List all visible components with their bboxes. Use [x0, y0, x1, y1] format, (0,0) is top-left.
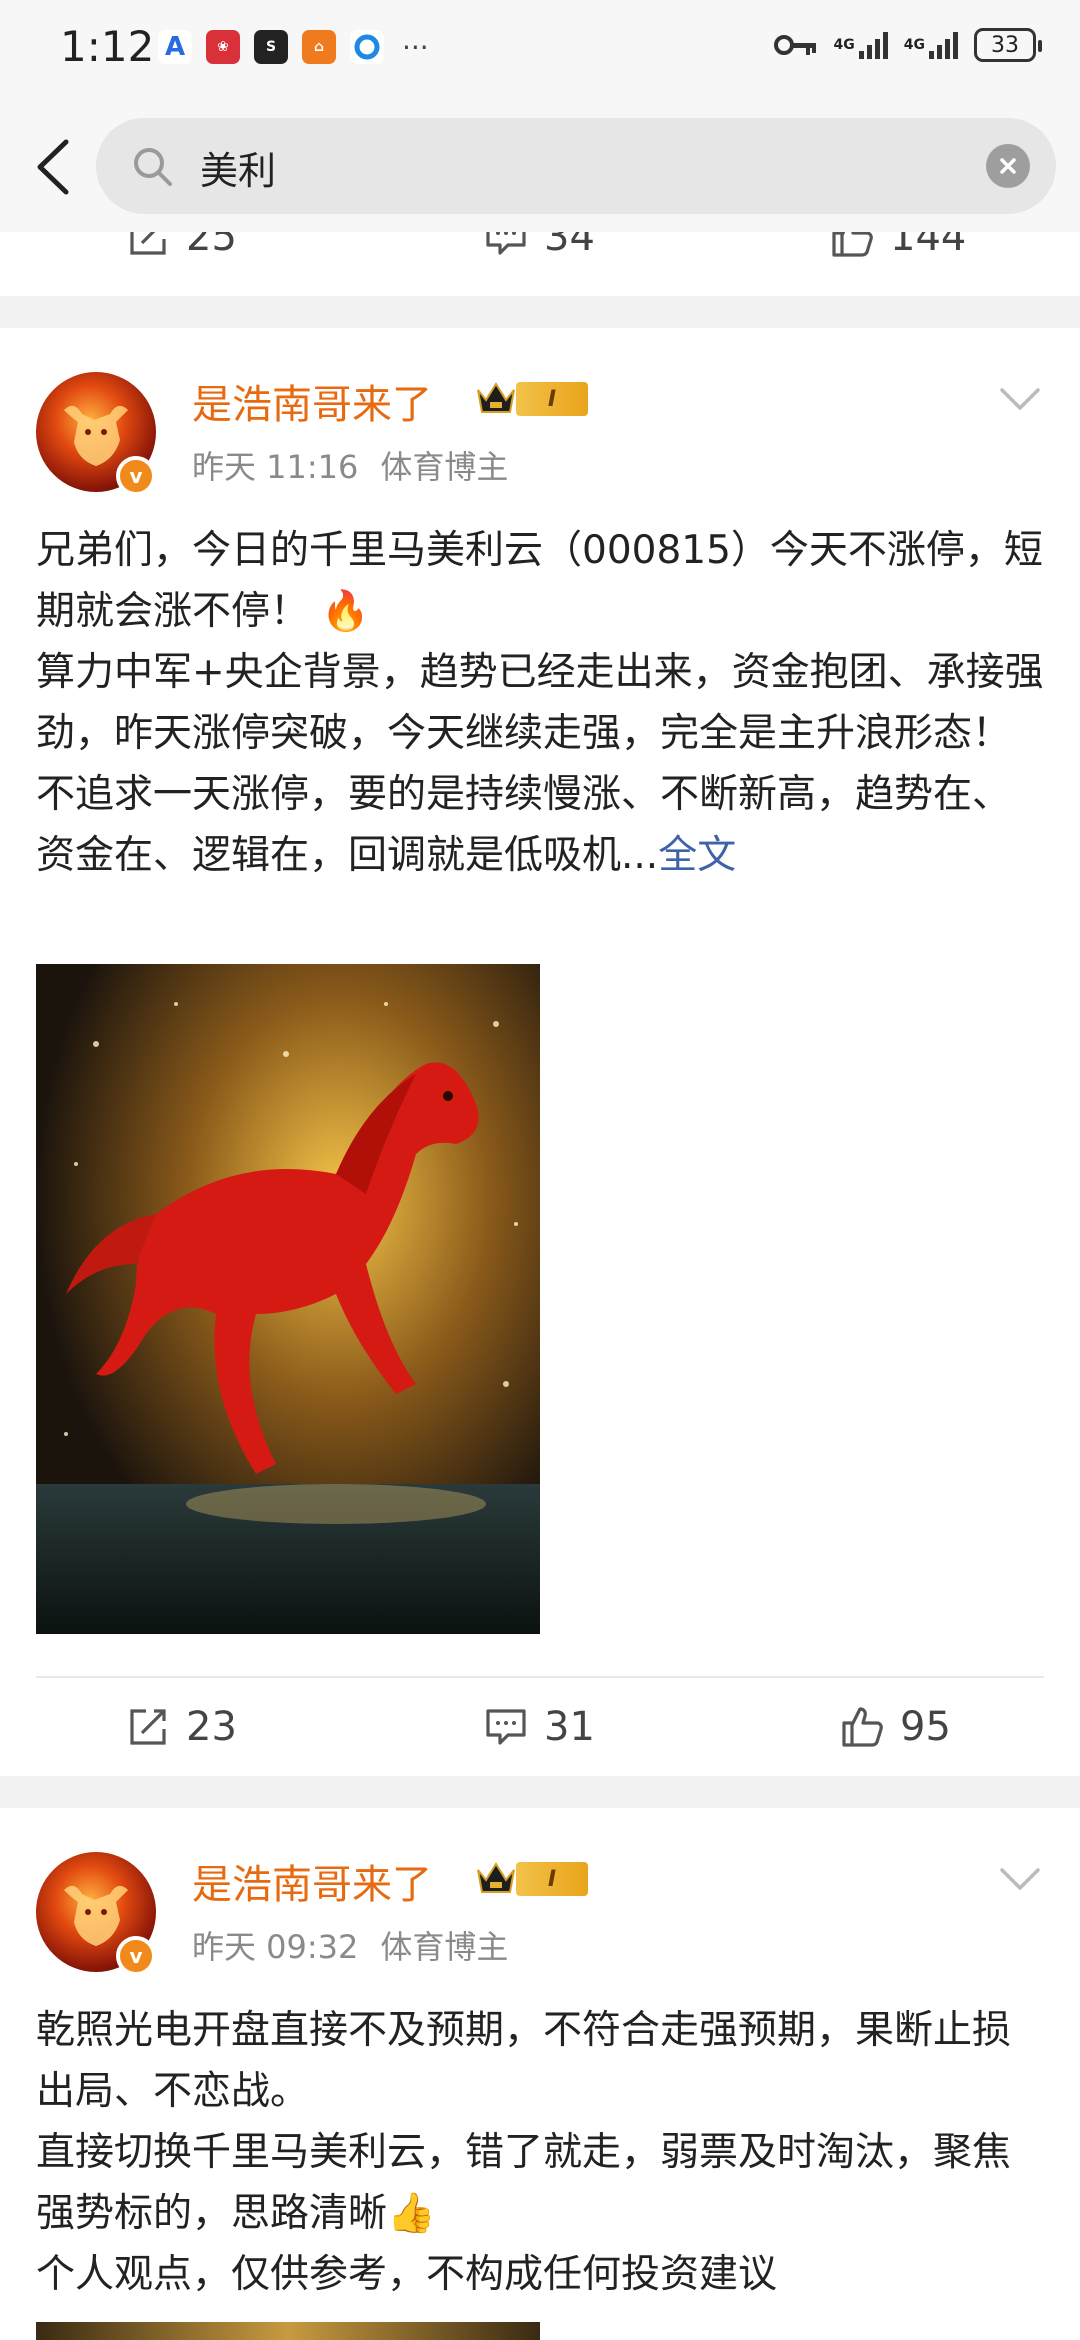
level-badge: I — [516, 382, 588, 416]
search-input[interactable]: 美利 — [96, 118, 1056, 214]
thumbs-up-icon — [832, 232, 873, 257]
back-arrow-icon[interactable] — [26, 132, 86, 202]
chevron-down-icon[interactable] — [996, 1864, 1044, 1894]
repost-icon — [130, 1709, 166, 1745]
weibo-post-card: v 是浩南哥来了 I 昨天 09:32 体育博主 乾照光电开盘直接不及预期，不符合… — [0, 1808, 1080, 2340]
post-actions: 23 31 95 — [0, 1676, 1080, 1776]
like-button[interactable]: 95 — [840, 1704, 951, 1750]
battery-indicator: 33 — [974, 28, 1042, 62]
crown-icon — [477, 1862, 515, 1893]
like-count: 95 — [900, 1704, 951, 1750]
post-meta: 昨天 09:32 体育博主 — [192, 1922, 508, 1968]
status-time: 1:12 — [60, 22, 155, 71]
author-name[interactable]: 是浩南哥来了 — [192, 372, 432, 430]
system-icons: 4G 4G 33 — [773, 28, 1042, 62]
level-badge: I — [516, 1862, 588, 1896]
repost-button[interactable]: 23 — [126, 1704, 237, 1750]
red-horse-image — [36, 964, 540, 1634]
author-name[interactable]: 是浩南哥来了 — [192, 1852, 432, 1910]
repost-button[interactable]: 25 — [126, 232, 237, 260]
crown-icon — [477, 382, 515, 413]
more-notifications-icon: ··· — [402, 30, 429, 64]
post-paragraph: 乾照光电开盘直接不及预期，不符合走强预期，果断止损出局、不恋战。 — [36, 2008, 1012, 2114]
chevron-down-icon[interactable] — [996, 384, 1044, 414]
post-paragraph-text: 不追求一天涨停，要的是持续慢涨、不断新高，趋势在、资金在、逻辑在，回调就是低吸机… — [36, 772, 1012, 878]
comment-count: 34 — [544, 232, 595, 260]
post-meta: 昨天 11:16 体育博主 — [192, 442, 508, 488]
weibo-post-card: v 是浩南哥来了 I 昨天 11:16 体育博主 兄弟们，今日的千里马美利云（00… — [0, 328, 1080, 1776]
post-paragraph: 不追求一天涨停，要的是持续慢涨、不断新高，趋势在、资金在、逻辑在，回调就是低吸机… — [36, 764, 1046, 886]
signal-bars-1-icon — [858, 31, 888, 59]
like-button[interactable]: 144 — [830, 232, 966, 260]
post-text: 乾照光电开盘直接不及预期，不符合走强预期，果断止损出局、不恋战。 直接切换千里马… — [36, 2000, 1046, 2305]
key-icon — [773, 35, 816, 55]
post-paragraph: 直接切换千里马美利云，错了就走，弱票及时淘汰，聚焦强势标的，思路清晰👍 — [36, 2130, 1012, 2236]
a-app-icon: A — [158, 30, 192, 64]
search-icon — [134, 148, 172, 186]
huawei-app-icon: ❀ — [206, 30, 240, 64]
comment-icon — [486, 232, 526, 255]
post-time: 昨天 11:16 — [192, 448, 359, 486]
blue-app-icon — [350, 30, 384, 64]
repost-count: 25 — [186, 232, 237, 260]
post-paragraph: 个人观点，仅供参考，不构成任何投资建议 — [36, 2252, 778, 2297]
status-bar: 1:12 A ❀ S ⌂ ··· 4G 4G 33 — [0, 0, 1080, 100]
network-type-2: 4G — [903, 37, 925, 53]
comment-button[interactable]: 31 — [484, 1704, 595, 1750]
repost-icon — [130, 232, 166, 255]
previous-post-actions: 25 34 144 — [0, 232, 1080, 296]
post-image[interactable] — [36, 964, 540, 1634]
post-paragraph: 兄弟们，今日的千里马美利云（000815）今天不涨停，短期就会涨不停！ 🔥 — [36, 528, 1043, 634]
signal-2: 4G — [904, 31, 958, 59]
search-header: 美利 — [0, 100, 1080, 232]
thumbs-up-icon — [842, 1707, 883, 1747]
orange-app-icon: ⌂ — [302, 30, 336, 64]
comment-count: 31 — [544, 1704, 595, 1750]
verified-badge-icon: v — [116, 456, 156, 496]
signal-bars-2-icon — [929, 31, 958, 59]
post-time: 昨天 09:32 — [192, 1928, 359, 1966]
clear-search-button[interactable] — [986, 144, 1030, 188]
signal-1: 4G — [834, 31, 888, 59]
network-type-1: 4G — [833, 37, 855, 53]
post-text: 兄弟们，今日的千里马美利云（000815）今天不涨停，短期就会涨不停！ 🔥 算力… — [36, 520, 1046, 886]
author-tag: 体育博主 — [380, 448, 509, 486]
comment-button[interactable]: 34 — [484, 232, 595, 260]
like-count: 144 — [890, 232, 967, 260]
notification-icons: A ❀ S ⌂ ··· — [158, 30, 429, 64]
close-icon — [1000, 158, 1016, 174]
read-more-link[interactable]: 全文 — [658, 833, 736, 878]
verified-badge-icon: v — [116, 1936, 156, 1976]
soul-app-icon: S — [254, 30, 288, 64]
post-image[interactable] — [36, 2322, 540, 2340]
post-paragraph: 算力中军+央企背景，趋势已经走出来，资金抱团、承接强劲，昨天涨停突破，今天继续走… — [36, 650, 1044, 756]
author-tag: 体育博主 — [380, 1928, 509, 1966]
comment-icon — [486, 1709, 526, 1745]
search-query: 美利 — [200, 149, 277, 193]
repost-count: 23 — [186, 1704, 237, 1750]
